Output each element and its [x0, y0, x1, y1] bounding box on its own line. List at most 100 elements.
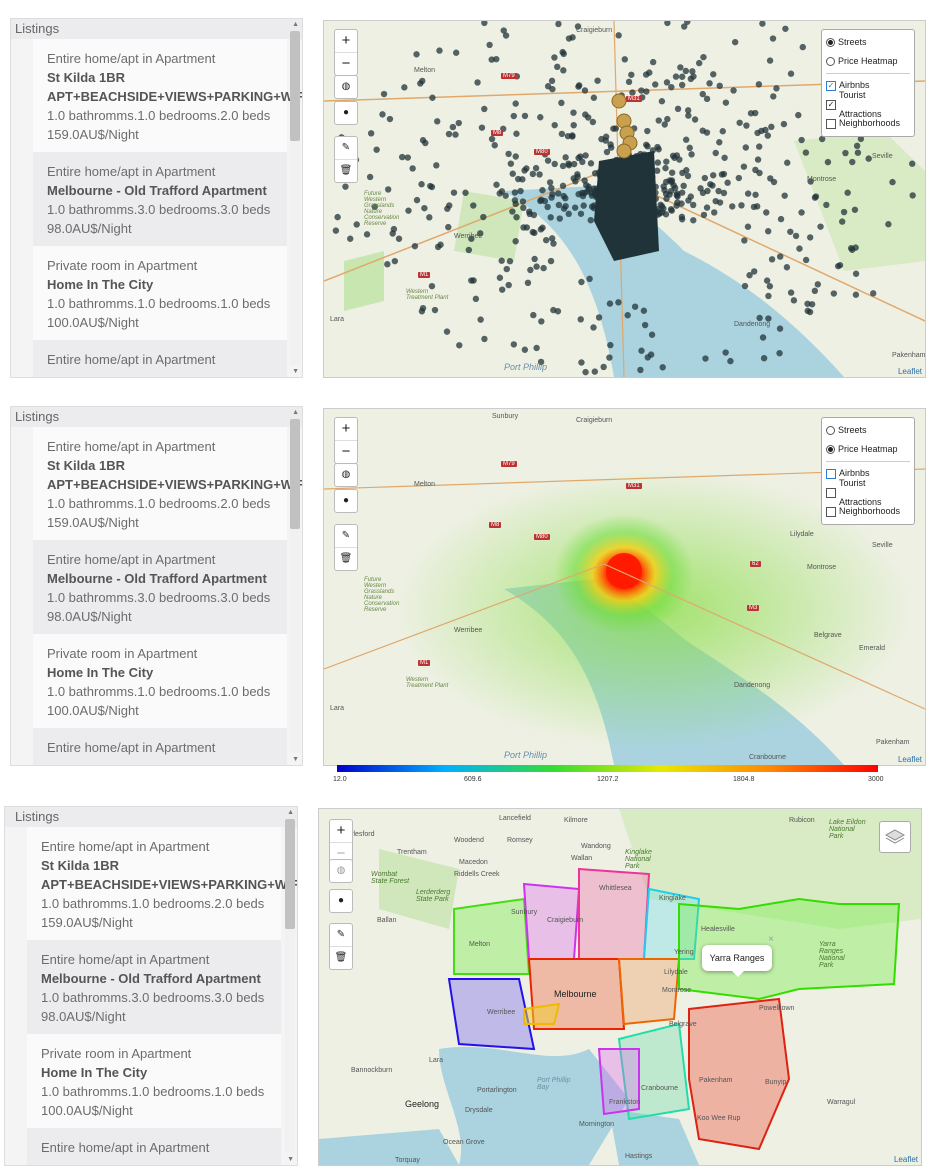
scrollbar-thumb[interactable]	[290, 31, 300, 141]
airbnb-marker[interactable]	[769, 35, 777, 42]
airbnb-marker[interactable]	[703, 95, 711, 103]
airbnb-marker[interactable]	[759, 21, 766, 27]
airbnb-marker[interactable]	[450, 189, 458, 196]
airbnb-marker[interactable]	[700, 211, 708, 219]
globe-icon[interactable]: ◍	[335, 76, 357, 98]
airbnb-marker[interactable]	[548, 77, 556, 85]
listing-item[interactable]: Private room in Apartment Home In The Ci…	[33, 246, 287, 340]
leaflet-attribution[interactable]: Leaflet	[898, 367, 922, 376]
airbnb-marker[interactable]	[474, 79, 481, 86]
airbnb-marker[interactable]	[517, 187, 524, 195]
airbnb-marker[interactable]	[367, 130, 375, 137]
airbnb-marker[interactable]	[488, 56, 495, 63]
airbnb-marker[interactable]	[674, 199, 681, 206]
airbnb-marker[interactable]	[682, 67, 690, 75]
airbnb-marker[interactable]	[844, 189, 851, 196]
airbnb-marker[interactable]	[673, 192, 681, 199]
listing-name[interactable]: Home In The City	[41, 1063, 281, 1082]
airbnb-marker[interactable]	[823, 201, 830, 209]
airbnb-marker[interactable]	[638, 87, 645, 94]
airbnb-marker[interactable]	[756, 143, 763, 150]
listing-name[interactable]: Melbourne - Old Trafford Apartment	[41, 969, 281, 988]
airbnb-marker[interactable]	[625, 78, 633, 86]
airbnb-marker[interactable]	[559, 162, 567, 170]
airbnb-marker[interactable]	[662, 164, 669, 172]
draw-marker-control[interactable]: ●	[334, 101, 358, 125]
scrollbar-thumb[interactable]	[285, 819, 295, 929]
airbnb-marker[interactable]	[668, 169, 676, 176]
airbnb-marker[interactable]	[744, 223, 752, 230]
airbnb-marker[interactable]	[687, 75, 695, 83]
airbnb-marker[interactable]	[399, 153, 406, 161]
airbnb-marker[interactable]	[722, 99, 730, 106]
airbnb-marker[interactable]	[488, 135, 496, 143]
airbnb-marker[interactable]	[678, 81, 686, 89]
airbnb-marker[interactable]	[491, 142, 498, 149]
checkbox-icon[interactable]: ✓	[826, 99, 836, 110]
airbnb-marker[interactable]	[612, 125, 619, 132]
airbnb-marker[interactable]	[768, 123, 775, 131]
airbnb-marker[interactable]	[477, 316, 484, 323]
airbnb-marker[interactable]	[470, 277, 477, 284]
airbnb-marker[interactable]	[854, 149, 862, 156]
edit-control[interactable]: ✎ 🗑	[334, 136, 358, 183]
airbnb-marker[interactable]	[555, 190, 562, 197]
airbnb-marker[interactable]	[663, 79, 671, 86]
airbnb-marker[interactable]	[798, 136, 805, 144]
airbnb-marker[interactable]	[547, 214, 554, 221]
airbnb-marker[interactable]	[551, 160, 558, 168]
leaflet-attribution[interactable]: Leaflet	[898, 755, 922, 764]
airbnb-marker[interactable]	[419, 304, 427, 312]
airbnb-marker[interactable]	[806, 234, 814, 241]
airbnb-marker[interactable]	[700, 53, 707, 61]
airbnb-marker[interactable]	[743, 122, 750, 129]
airbnb-marker[interactable]	[556, 215, 563, 222]
airbnb-marker[interactable]	[885, 221, 892, 228]
airbnb-marker[interactable]	[765, 292, 772, 300]
airbnb-marker[interactable]	[590, 324, 597, 331]
airbnb-marker[interactable]	[586, 275, 593, 283]
airbnb-marker[interactable]	[481, 335, 488, 343]
airbnb-marker[interactable]	[703, 204, 711, 211]
airbnb-marker[interactable]	[839, 218, 846, 225]
airbnb-marker[interactable]	[668, 83, 675, 91]
checkbox-icon[interactable]: ✓	[826, 80, 836, 91]
airbnb-marker[interactable]	[654, 159, 662, 166]
listing-item[interactable]: Entire home/apt in Apartment	[33, 728, 287, 765]
airbnb-marker[interactable]	[560, 50, 567, 58]
airbnb-marker[interactable]	[688, 151, 695, 158]
airbnb-marker[interactable]	[796, 245, 803, 252]
listing-item[interactable]: Private room in Apartment Home In The Ci…	[33, 634, 287, 728]
airbnb-marker[interactable]	[655, 146, 662, 153]
radio-icon[interactable]	[826, 57, 835, 66]
edit-icon[interactable]: ✎	[330, 924, 352, 947]
airbnb-marker[interactable]	[808, 301, 816, 308]
airbnb-marker[interactable]	[672, 73, 680, 80]
airbnb-marker[interactable]	[580, 202, 587, 209]
airbnb-marker[interactable]	[532, 164, 540, 172]
zoom-in-button[interactable]: +	[335, 418, 357, 441]
airbnb-marker[interactable]	[547, 257, 555, 265]
airbnb-marker[interactable]	[721, 154, 728, 161]
scroll-up-icon[interactable]: ▲	[287, 809, 294, 816]
airbnb-marker[interactable]	[768, 256, 776, 263]
circle-marker-icon[interactable]: ●	[330, 890, 352, 912]
airbnb-marker[interactable]	[456, 342, 463, 349]
airbnb-marker[interactable]	[529, 170, 537, 178]
airbnb-marker[interactable]	[521, 167, 528, 174]
airbnb-marker[interactable]	[418, 181, 425, 188]
airbnb-marker[interactable]	[513, 130, 520, 137]
airbnb-marker[interactable]	[409, 165, 416, 172]
listing-name[interactable]: St Kilda 1BR APT+BEACHSIDE+VIEWS+PARKING…	[47, 68, 302, 106]
airbnb-marker[interactable]	[710, 71, 717, 78]
airbnb-marker[interactable]	[413, 51, 420, 58]
airbnb-marker[interactable]	[493, 181, 500, 188]
edit-control[interactable]: ✎ 🗑	[334, 524, 358, 571]
airbnb-marker[interactable]	[431, 306, 439, 314]
airbnb-marker[interactable]	[770, 93, 777, 100]
airbnb-marker[interactable]	[812, 193, 820, 200]
airbnb-marker[interactable]	[741, 237, 748, 244]
airbnb-marker[interactable]	[353, 221, 360, 228]
airbnb-marker[interactable]	[575, 83, 582, 90]
airbnb-marker[interactable]	[729, 203, 736, 210]
